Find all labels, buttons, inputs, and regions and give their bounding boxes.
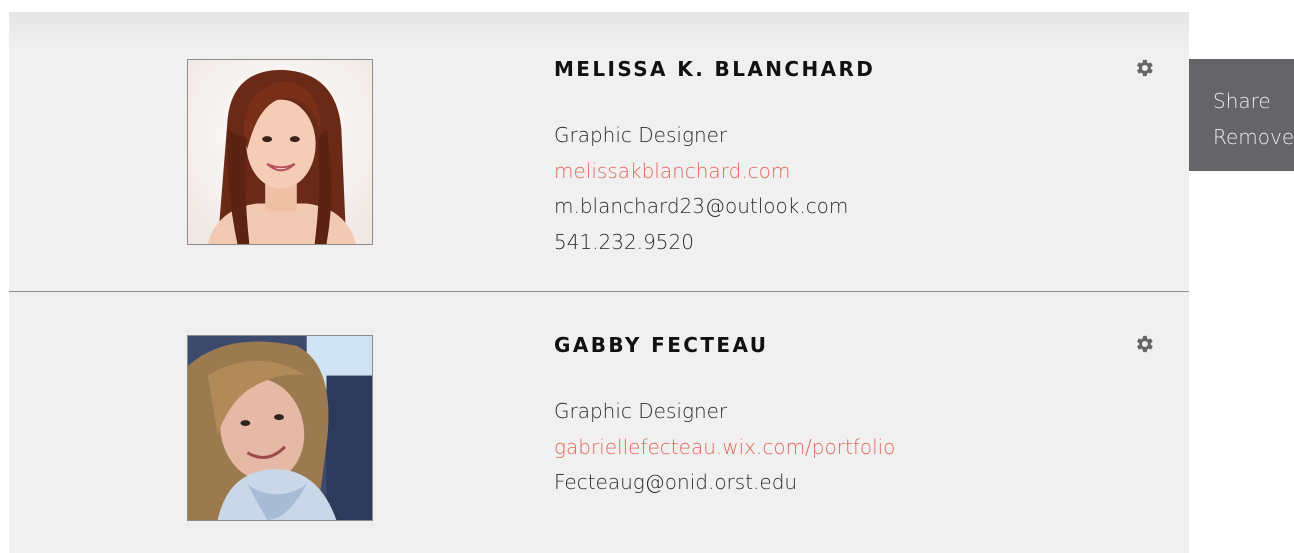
portrait-image [188, 60, 372, 244]
gear-icon-graphic [1137, 59, 1153, 77]
contact-card: MELISSA K. BLANCHARD Graphic Designer me… [9, 12, 1189, 291]
contact-phone: 541.232.9520 [554, 229, 694, 254]
contact-title: Graphic Designer [554, 399, 728, 423]
contacts-page: MELISSA K. BLANCHARD Graphic Designer me… [0, 0, 1294, 553]
contact-title: Graphic Designer [554, 123, 728, 147]
contact-photo [187, 335, 373, 521]
contact-photo [187, 59, 373, 245]
menu-item-share[interactable]: Share [1213, 83, 1294, 119]
contact-name: GABBY FECTEAU [554, 333, 769, 357]
gear-icon[interactable] [1133, 57, 1155, 79]
menu-item-remove[interactable]: Remove [1213, 119, 1294, 155]
contact-email: Fecteaug@onid.orst.edu [554, 470, 798, 494]
contact-info: MELISSA K. BLANCHARD Graphic Designer me… [554, 56, 875, 260]
contact-card: GABBY FECTEAU Graphic Designer gabrielle… [9, 292, 1189, 553]
contact-website-link[interactable]: gabriellefecteau.wix.com/portfolio [554, 430, 895, 466]
contact-website-link[interactable]: melissakblanchard.com [554, 154, 875, 190]
contact-email: m.blanchard23@outlook.com [554, 194, 849, 218]
gear-icon-graphic [1137, 335, 1153, 353]
contact-list: MELISSA K. BLANCHARD Graphic Designer me… [9, 12, 1189, 553]
contact-details: Graphic Designer melissakblanchard.com m… [554, 118, 875, 260]
contact-info: GABBY FECTEAU Graphic Designer gabrielle… [554, 332, 895, 501]
contact-details: Graphic Designer gabriellefecteau.wix.co… [554, 394, 895, 501]
context-menu: Share Remove [1189, 59, 1294, 171]
gear-icon[interactable] [1133, 333, 1155, 355]
portrait-image [188, 336, 372, 520]
contact-name: MELISSA K. BLANCHARD [554, 57, 876, 81]
